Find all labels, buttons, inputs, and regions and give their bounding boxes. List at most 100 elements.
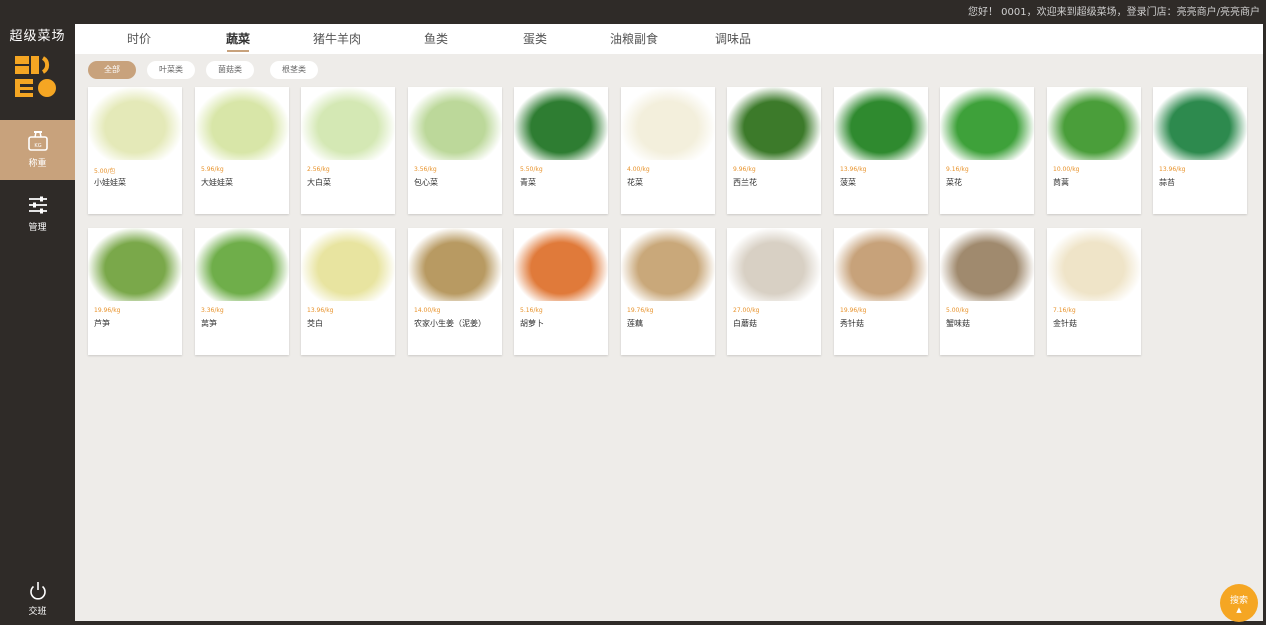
filter-all[interactable]: 全部 [88,61,136,79]
product-card[interactable]: 5.00/包 小娃娃菜 [88,87,182,214]
product-card[interactable]: 19.96/kg 芦笋 [88,228,182,355]
garlic-shoots-image [1153,87,1247,160]
product-price: 9.96/kg [733,166,756,173]
product-name: 白蘑菇 [733,319,757,328]
filter-mushroom[interactable]: 菌菇类 [206,61,254,79]
main-panel: 时价 蔬菜 猪牛羊肉 鱼类 蛋类 油粮副食 调味品 全部 叶菜类 菌菇类 根茎类… [75,24,1263,621]
product-price: 10.00/kg [1053,166,1080,173]
product-name: 茭白 [307,319,323,328]
caret-up-icon: ▲ [1236,606,1242,614]
search-button[interactable]: 搜索 ▲ [1220,584,1258,622]
product-price: 13.96/kg [1159,166,1186,173]
product-price: 13.96/kg [840,166,867,173]
product-price: 27.00/kg [733,307,760,314]
product-card[interactable]: 19.76/kg 莲藕 [621,228,715,355]
product-price: 9.16/kg [946,166,969,173]
product-name: 芦笋 [94,319,110,328]
tab-market-price[interactable]: 时价 [99,30,179,47]
app-brand: 超级菜场 [9,29,66,44]
svg-text:KG: KG [34,143,41,149]
sliders-icon [28,196,47,214]
broccoli-image [727,87,821,160]
product-name: 蟹味菇 [946,319,970,328]
tab-fish[interactable]: 鱼类 [396,30,476,47]
product-price: 19.96/kg [840,307,867,314]
product-card[interactable]: 19.96/kg 秀针菇 [834,228,928,355]
bok-choy-image [514,87,608,160]
carrot-image [514,228,608,301]
crown-daisy-image [1047,87,1141,160]
stem-lettuce-image [195,228,289,301]
product-name: 金针菇 [1053,319,1077,328]
product-card[interactable]: 27.00/kg 白蘑菇 [727,228,821,355]
napa-cabbage-image [301,87,395,160]
baby-cabbage-pack-image [88,87,182,160]
tab-grain-oil[interactable]: 油粮副食 [594,30,674,47]
filter-root[interactable]: 根茎类 [270,61,318,79]
nav-manage[interactable]: 管理 [0,184,75,244]
nav-manage-label: 管理 [28,223,47,233]
product-name: 菠菜 [840,178,856,187]
nav-weigh-label: 称重 [28,159,47,169]
filter-leafy[interactable]: 叶菜类 [147,61,195,79]
nav-weigh[interactable]: KG 称重 [0,120,75,180]
product-name: 小娃娃菜 [94,178,126,187]
top-bar: 您好！ 0001，欢迎来到超级菜场，登录门店：亮亮商户/亮亮商户 [0,0,1266,22]
tab-meat[interactable]: 猪牛羊肉 [297,30,377,47]
product-card[interactable]: 14.00/kg 农家小生姜（泥姜） [408,228,502,355]
product-card[interactable]: 10.00/kg 茼蒿 [1047,87,1141,214]
asparagus-image [88,228,182,301]
product-price: 3.36/kg [201,307,224,314]
product-card[interactable]: 9.96/kg 西兰花 [727,87,821,214]
power-icon [29,582,46,600]
ginger-image [408,228,502,301]
logo-icon [15,56,56,97]
product-card[interactable]: 13.96/kg 菠菜 [834,87,928,214]
product-price: 5.16/kg [520,307,543,314]
baby-cabbage-image [195,87,289,160]
enoki-image [1047,228,1141,301]
product-name: 青菜 [520,178,536,187]
product-name: 茼蒿 [1053,178,1069,187]
cauliflower-image [621,87,715,160]
product-card[interactable]: 5.50/kg 青菜 [514,87,608,214]
cabbage-image [408,87,502,160]
welcome-text: 您好！ 0001，欢迎来到超级菜场，登录门店：亮亮商户/亮亮商户 [968,7,1260,18]
product-name: 大娃娃菜 [201,178,233,187]
product-price: 19.76/kg [627,307,654,314]
product-price: 14.00/kg [414,307,441,314]
tab-seasoning[interactable]: 调味品 [693,30,773,47]
white-mushroom-image [727,228,821,301]
product-name: 菜花 [946,178,962,187]
product-price: 5.00/kg [946,307,969,314]
product-card[interactable]: 3.36/kg 莴笋 [195,228,289,355]
product-card[interactable]: 3.56/kg 包心菜 [408,87,502,214]
product-card[interactable]: 13.96/kg 茭白 [301,228,395,355]
product-price: 13.96/kg [307,307,334,314]
product-price: 3.56/kg [414,166,437,173]
product-name: 胡萝卜 [520,319,544,328]
product-card[interactable]: 9.16/kg 菜花 [940,87,1034,214]
shift-change-label: 交班 [28,607,47,617]
product-name: 包心菜 [414,178,438,187]
product-price: 4.00/kg [627,166,650,173]
choy-sum-image [940,87,1034,160]
tab-eggs[interactable]: 蛋类 [495,30,575,47]
product-card[interactable]: 7.16/kg 金针菇 [1047,228,1141,355]
product-card[interactable]: 5.00/kg 蟹味菇 [940,228,1034,355]
category-tabs: 时价 蔬菜 猪牛羊肉 鱼类 蛋类 油粮副食 调味品 [75,24,1263,54]
lotus-root-image [621,228,715,301]
water-bamboo-image [301,228,395,301]
sidebar: 超级菜场 KG 称重 管理 交班 [0,22,75,625]
scale-icon: KG [27,131,48,151]
tab-vegetables[interactable]: 蔬菜 [198,30,278,52]
product-card[interactable]: 13.96/kg 蒜苔 [1153,87,1247,214]
product-name: 莲藕 [627,319,643,328]
oyster-mushroom-image [834,228,928,301]
product-card[interactable]: 2.56/kg 大白菜 [301,87,395,214]
product-price: 5.50/kg [520,166,543,173]
shift-change-button[interactable]: 交班 [0,577,75,625]
product-card[interactable]: 5.96/kg 大娃娃菜 [195,87,289,214]
product-card[interactable]: 4.00/kg 花菜 [621,87,715,214]
product-card[interactable]: 5.16/kg 胡萝卜 [514,228,608,355]
